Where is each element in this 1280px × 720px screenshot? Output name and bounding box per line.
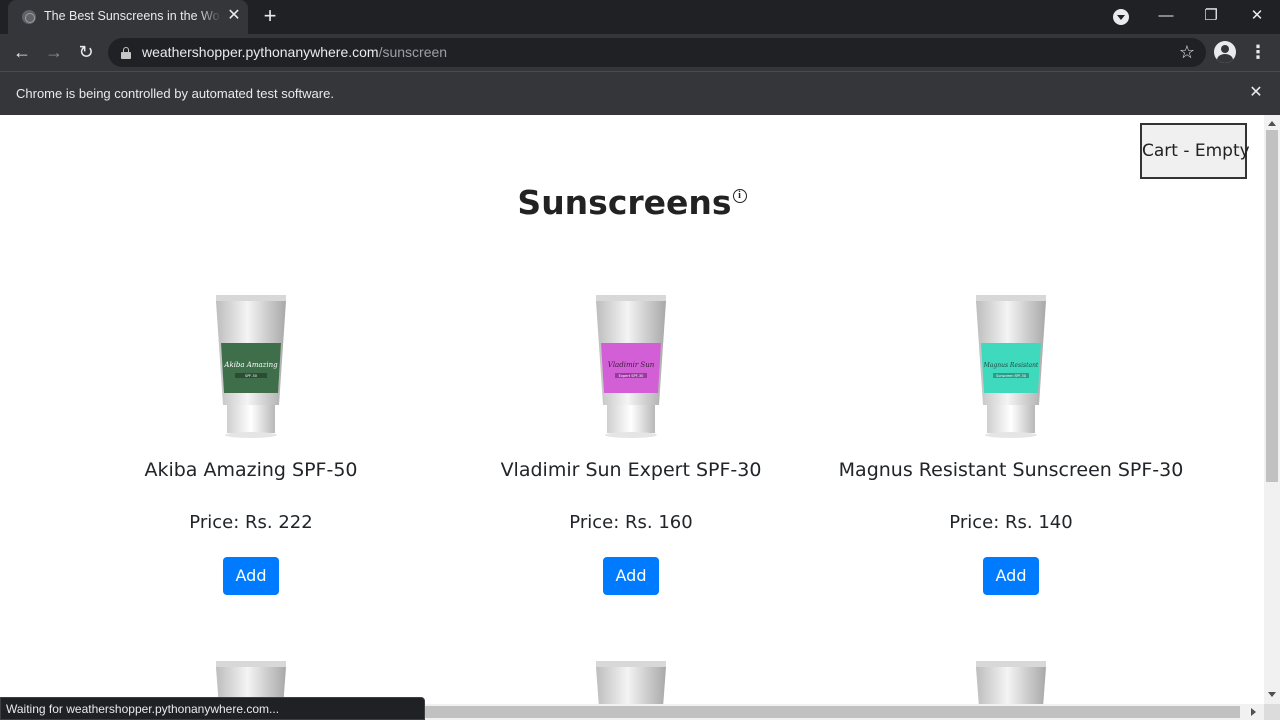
add-to-cart-button[interactable]: Add xyxy=(983,557,1039,595)
status-bubble: Waiting for weathershopper.pythonanywher… xyxy=(0,697,425,720)
back-button[interactable]: ← xyxy=(10,40,34,64)
band-label: Vladimir Sun xyxy=(608,361,655,369)
band-label: Akiba Amazing xyxy=(223,361,278,369)
info-icon[interactable]: i xyxy=(732,189,747,203)
close-window-button[interactable]: ✕ xyxy=(1245,4,1269,28)
scroll-down-arrow-icon[interactable] xyxy=(1268,692,1276,697)
add-to-cart-button[interactable]: Add xyxy=(603,557,659,595)
product-image: Magnus Resistant Sunscreen SPF-30 xyxy=(976,295,1046,438)
tab-strip: The Best Sunscreens in the World ✕ + — ❐… xyxy=(0,0,1280,34)
product-card: Magnus Resistant Sunscreen SPF-30 Magnus… xyxy=(821,295,1201,605)
tab-title-fade xyxy=(198,6,222,28)
infobar-close-icon[interactable]: ✕ xyxy=(1246,83,1266,103)
product-price: Price: Rs. 140 xyxy=(949,512,1073,533)
account-icon[interactable] xyxy=(1214,41,1236,63)
infobar-text: Chrome is being controlled by automated … xyxy=(16,86,334,101)
status-text: Waiting for weathershopper.pythonanywher… xyxy=(6,702,280,716)
reload-button[interactable]: ↻ xyxy=(74,40,98,64)
band-sub: SPF-50 xyxy=(245,374,257,378)
band-sub: Expert SPF-30 xyxy=(619,374,644,378)
scroll-right-arrow-icon[interactable] xyxy=(1251,708,1256,716)
url-path: /sunscreen xyxy=(378,44,448,60)
band-sub: Sunscreen SPF-30 xyxy=(996,374,1026,378)
new-tab-button[interactable]: + xyxy=(260,5,280,28)
product-image: Vladimir Sun Expert SPF-30 xyxy=(596,295,666,438)
cart-button[interactable]: Cart - Empty xyxy=(1140,123,1250,179)
restore-button[interactable]: ❐ xyxy=(1199,4,1223,28)
product-name: Vladimir Sun Expert SPF-30 xyxy=(500,459,762,481)
page-viewport: Cart - Empty Sunscreens i Akiba Amazing S… xyxy=(0,115,1264,720)
page-title: Sunscreens i xyxy=(0,183,1264,222)
band-label: Magnus Resistant xyxy=(983,362,1039,369)
product-image: Akiba Amazing SPF-50 xyxy=(216,295,286,438)
menu-icon[interactable]: ⋮ xyxy=(1248,41,1268,63)
automation-infobar: Chrome is being controlled by automated … xyxy=(0,71,1280,115)
product-card: Akiba Amazing SPF-50 Akiba Amazing SPF-5… xyxy=(61,295,441,605)
vertical-scrollbar[interactable] xyxy=(1264,115,1280,704)
product-price: Price: Rs. 160 xyxy=(569,512,693,533)
vertical-scroll-thumb[interactable] xyxy=(1266,130,1278,482)
forward-button[interactable]: → xyxy=(42,40,66,64)
product-name: Magnus Resistant Sunscreen SPF-30 xyxy=(838,459,1184,481)
url-text[interactable]: weathershopper.pythonanywhere.com/sunscr… xyxy=(142,44,447,61)
globe-icon xyxy=(22,10,36,24)
add-to-cart-button[interactable]: Add xyxy=(223,557,279,595)
page-title-text: Sunscreens xyxy=(517,183,732,222)
minimize-button[interactable]: — xyxy=(1154,4,1178,28)
product-card: Vladimir Sun Expert SPF-30 Vladimir Sun … xyxy=(441,295,821,605)
product-name: Akiba Amazing SPF-50 xyxy=(144,459,358,481)
bookmark-star-icon[interactable]: ☆ xyxy=(1176,41,1198,63)
scrollbar-corner xyxy=(1264,704,1280,720)
product-price: Price: Rs. 222 xyxy=(189,512,313,533)
browser-tab[interactable]: The Best Sunscreens in the World ✕ xyxy=(8,0,248,34)
lock-icon[interactable] xyxy=(121,47,131,59)
tab-search-icon[interactable] xyxy=(1113,9,1129,25)
url-host: weathershopper.pythonanywhere.com xyxy=(142,44,379,60)
browser-toolbar: ← → ↻ weathershopper.pythonanywhere.com/… xyxy=(0,34,1280,71)
tab-title: The Best Sunscreens in the World xyxy=(44,9,220,23)
scroll-up-arrow-icon[interactable] xyxy=(1268,121,1276,126)
close-tab-icon[interactable]: ✕ xyxy=(226,8,242,24)
address-bar[interactable]: weathershopper.pythonanywhere.com/sunscr… xyxy=(108,38,1206,67)
